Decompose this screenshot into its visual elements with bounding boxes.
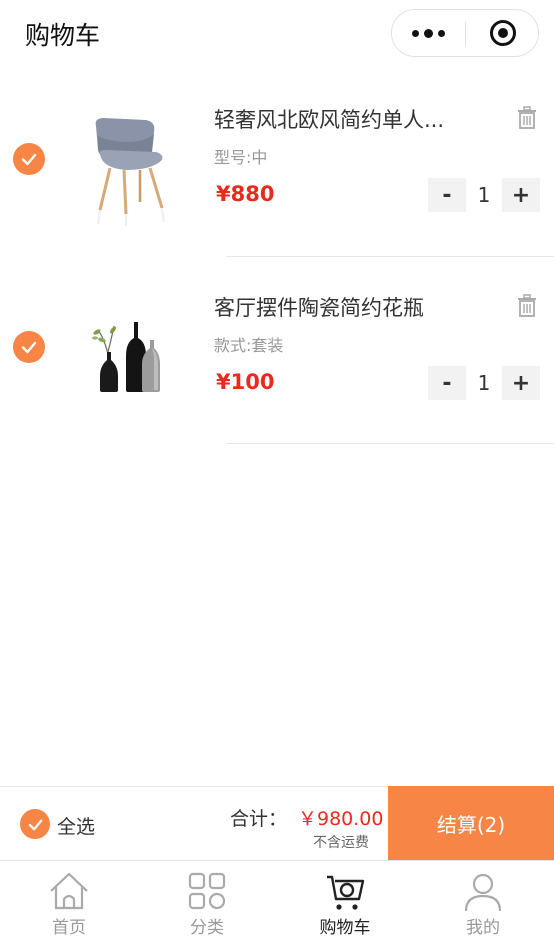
increase-button[interactable]: + [502, 178, 540, 212]
category-icon [188, 872, 226, 910]
item-spec: 款式:套装 [214, 336, 284, 355]
user-icon [464, 873, 502, 912]
nav-header: 购物车 [0, 0, 554, 70]
item-name[interactable]: 轻奢风北欧风简约单人... [214, 104, 444, 134]
checkout-button[interactable]: 结算(2) [388, 786, 554, 860]
decrease-button[interactable]: - [428, 178, 466, 212]
item-divider [226, 443, 554, 444]
tab-category[interactable]: 分类 [138, 861, 276, 942]
tab-label: 分类 [190, 918, 224, 938]
chair-image[interactable] [80, 98, 180, 228]
tab-cart[interactable]: 购物车 [276, 861, 414, 942]
decrease-button[interactable]: - [428, 366, 466, 400]
cart-item: 轻奢风北欧风简约单人... 型号:中 ¥880 - 1 + [0, 88, 554, 258]
check-icon [21, 153, 37, 166]
tab-mine[interactable]: 我的 [414, 861, 552, 942]
page-title: 购物车 [25, 21, 101, 50]
check-icon [28, 819, 42, 830]
cart-icon [327, 875, 365, 910]
increase-button[interactable]: + [502, 366, 540, 400]
item-price: ¥880 [216, 182, 275, 206]
tab-home[interactable]: 首页 [0, 861, 138, 942]
quantity-stepper: - 1 + [428, 366, 540, 400]
shipping-note: 不含运费 [313, 835, 369, 851]
target-icon[interactable] [466, 10, 539, 56]
cart-item: 客厅摆件陶瓷简约花瓶 款式:套装 ¥100 - 1 + [0, 276, 554, 446]
quantity-value[interactable]: 1 [466, 366, 502, 400]
item-divider [226, 256, 554, 257]
home-icon [50, 872, 88, 910]
item-checkbox[interactable] [13, 143, 45, 175]
tab-label: 首页 [52, 918, 86, 938]
select-all-label[interactable]: 全选 [57, 812, 95, 839]
more-dots-icon[interactable] [392, 10, 465, 56]
quantity-value[interactable]: 1 [466, 178, 502, 212]
tab-label: 我的 [466, 918, 500, 938]
total-value: ￥980.00 [298, 808, 384, 830]
item-name[interactable]: 客厅摆件陶瓷简约花瓶 [214, 292, 424, 322]
vase-set-image[interactable] [80, 286, 180, 416]
menu-capsule [391, 9, 539, 57]
tab-bar: 首页 分类 购物车 我的 [0, 860, 554, 942]
item-checkbox[interactable] [13, 331, 45, 363]
tab-label: 购物车 [319, 918, 371, 938]
quantity-stepper: - 1 + [428, 178, 540, 212]
check-icon [21, 341, 37, 354]
trash-icon[interactable] [514, 104, 540, 130]
trash-icon[interactable] [514, 292, 540, 318]
checkout-bar: 全选 合计： ￥980.00 不含运费 结算(2) [0, 786, 554, 860]
select-all-checkbox[interactable] [20, 809, 50, 839]
item-price: ¥100 [216, 370, 275, 394]
total-label: 合计： [230, 808, 288, 830]
item-spec: 型号:中 [214, 148, 268, 167]
